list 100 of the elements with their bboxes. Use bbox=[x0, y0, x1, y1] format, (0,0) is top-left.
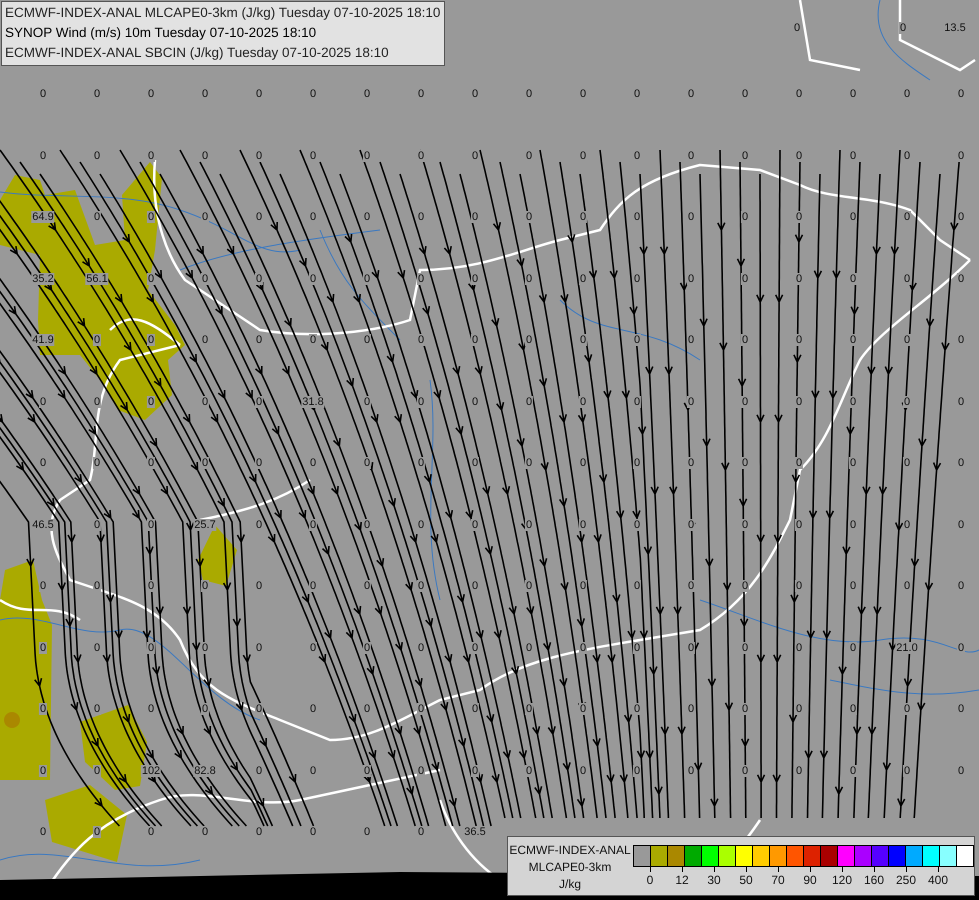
map-title-line: SYNOP Wind (m/s) 10m Tuesday 07-10-2025 18:10 bbox=[5, 24, 318, 42]
station-value: 0 bbox=[740, 272, 750, 284]
station-value: 0 bbox=[200, 334, 210, 346]
station-value: 0 bbox=[92, 518, 102, 530]
station-value: 0 bbox=[146, 88, 156, 100]
station-value: 0 bbox=[902, 272, 912, 284]
station-value: 0 bbox=[470, 580, 480, 592]
station-value: 0 bbox=[956, 334, 966, 346]
station-value: 56.1 bbox=[85, 272, 109, 284]
station-value: 0 bbox=[254, 150, 264, 162]
station-value: 0 bbox=[470, 88, 480, 100]
station-value: 0 bbox=[362, 88, 372, 100]
station-value: 0 bbox=[200, 703, 210, 715]
station-value: 0 bbox=[416, 211, 426, 223]
station-value: 46.5 bbox=[31, 518, 55, 530]
station-value: 0 bbox=[794, 88, 804, 100]
station-value: 0 bbox=[794, 764, 804, 776]
station-value: 0 bbox=[848, 396, 858, 408]
station-value: 0 bbox=[308, 272, 318, 284]
map-title-line: ECMWF-INDEX-ANAL SBCIN (J/kg) Tuesday 07-10-2025 18:10 bbox=[5, 44, 390, 62]
station-value: 0 bbox=[254, 764, 264, 776]
station-value: 0 bbox=[92, 396, 102, 408]
legend-tick-label: 90 bbox=[803, 873, 817, 887]
station-value: 0 bbox=[146, 272, 156, 284]
station-value: 0 bbox=[146, 150, 156, 162]
station-value: 0 bbox=[524, 703, 534, 715]
station-value: 0 bbox=[686, 764, 696, 776]
station-value: 0 bbox=[200, 642, 210, 654]
station-value: 0 bbox=[902, 211, 912, 223]
station-value: 0 bbox=[362, 580, 372, 592]
station-value: 0 bbox=[308, 826, 318, 838]
legend-tick-label: 12 bbox=[675, 873, 689, 887]
station-value: 13.5 bbox=[943, 22, 967, 34]
station-value: 0 bbox=[956, 272, 966, 284]
station-value: 0 bbox=[362, 211, 372, 223]
station-value: 0 bbox=[902, 518, 912, 530]
station-value: 0 bbox=[470, 703, 480, 715]
station-value: 0 bbox=[848, 703, 858, 715]
station-value: 0 bbox=[956, 211, 966, 223]
station-value: 31.8 bbox=[301, 396, 325, 408]
station-value: 0 bbox=[308, 150, 318, 162]
station-value: 0 bbox=[362, 272, 372, 284]
station-value: 0 bbox=[632, 580, 642, 592]
station-value: 0 bbox=[848, 580, 858, 592]
station-value: 0 bbox=[578, 211, 588, 223]
station-value: 0 bbox=[578, 642, 588, 654]
station-value: 0 bbox=[632, 211, 642, 223]
station-value: 0 bbox=[308, 580, 318, 592]
station-value: 0 bbox=[740, 88, 750, 100]
station-value: 0 bbox=[578, 518, 588, 530]
station-value: 0 bbox=[470, 396, 480, 408]
station-value: 0 bbox=[740, 457, 750, 469]
legend-tick-label: 0 bbox=[646, 873, 654, 887]
station-value: 0 bbox=[578, 150, 588, 162]
station-value: 0 bbox=[254, 642, 264, 654]
station-value: 0 bbox=[92, 642, 102, 654]
legend-tick-label: 30 bbox=[707, 873, 721, 887]
station-value: 0 bbox=[632, 642, 642, 654]
station-value: 0 bbox=[848, 211, 858, 223]
station-value: 0 bbox=[146, 826, 156, 838]
station-value: 0 bbox=[38, 88, 48, 100]
station-value: 0 bbox=[200, 211, 210, 223]
station-value: 0 bbox=[92, 764, 102, 776]
station-value: 0 bbox=[146, 580, 156, 592]
station-value: 0 bbox=[200, 150, 210, 162]
station-value: 0 bbox=[902, 88, 912, 100]
station-value: 0 bbox=[578, 396, 588, 408]
station-value: 0 bbox=[794, 396, 804, 408]
station-value: 25.7 bbox=[193, 518, 217, 530]
station-value: 0 bbox=[686, 396, 696, 408]
station-value: 0 bbox=[524, 272, 534, 284]
station-value: 0 bbox=[686, 580, 696, 592]
station-value: 0 bbox=[578, 334, 588, 346]
station-value: 0 bbox=[956, 703, 966, 715]
station-value: 0 bbox=[794, 518, 804, 530]
station-value: 0 bbox=[524, 396, 534, 408]
legend-unit: J/kg bbox=[558, 876, 581, 892]
station-value: 0 bbox=[902, 334, 912, 346]
station-value: 0 bbox=[416, 518, 426, 530]
station-value: 0 bbox=[578, 703, 588, 715]
station-value: 0 bbox=[524, 580, 534, 592]
station-value: 0 bbox=[794, 272, 804, 284]
station-value: 0 bbox=[92, 457, 102, 469]
station-value: 0 bbox=[794, 642, 804, 654]
station-value: 0 bbox=[416, 764, 426, 776]
station-value: 0 bbox=[902, 764, 912, 776]
station-value: 0 bbox=[200, 580, 210, 592]
station-value: 0 bbox=[956, 88, 966, 100]
station-value: 0 bbox=[200, 396, 210, 408]
station-value: 0 bbox=[524, 334, 534, 346]
legend-tick-label: 250 bbox=[896, 873, 916, 887]
station-value: 0 bbox=[254, 396, 264, 408]
station-value: 0 bbox=[686, 334, 696, 346]
station-value: 0 bbox=[146, 457, 156, 469]
station-value: 0 bbox=[362, 150, 372, 162]
station-value: 0 bbox=[38, 457, 48, 469]
legend-tick-label: 400 bbox=[928, 873, 948, 887]
station-value: 0 bbox=[470, 457, 480, 469]
station-value: 0 bbox=[362, 518, 372, 530]
station-value: 0 bbox=[740, 150, 750, 162]
